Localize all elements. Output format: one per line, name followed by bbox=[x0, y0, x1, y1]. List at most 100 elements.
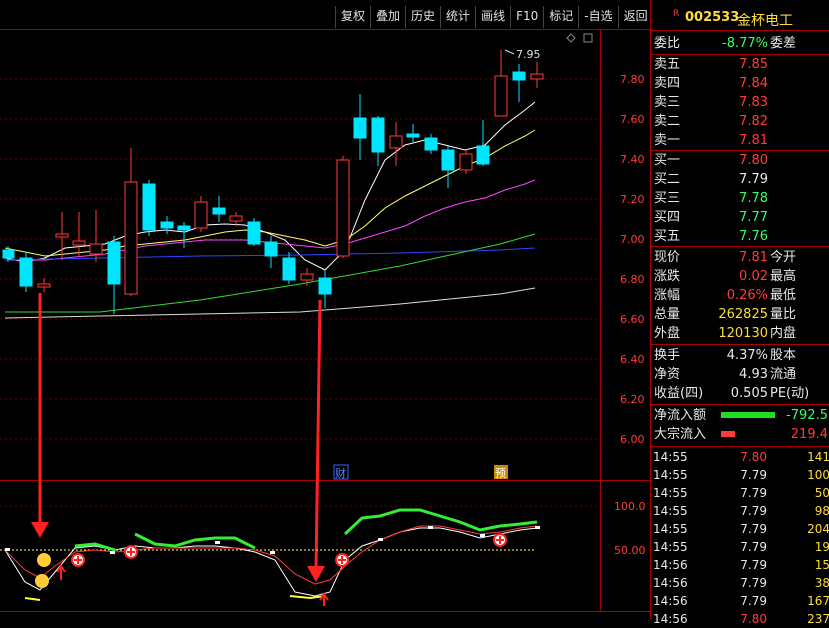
candle bbox=[336, 156, 350, 258]
tick-row: 14:56 7.79 15 bbox=[651, 556, 829, 574]
stat-row: 总量 262825 量比 bbox=[651, 305, 829, 324]
flow-label: 净流入额 bbox=[654, 408, 707, 423]
buy-signal-arrows bbox=[31, 293, 325, 582]
bid-label: 买四 bbox=[654, 210, 681, 225]
y-tick-label: 7.20 bbox=[620, 193, 645, 206]
bid-row[interactable]: 买三 7.78 bbox=[651, 189, 829, 208]
candle bbox=[19, 252, 33, 292]
small-up-arrows bbox=[56, 564, 329, 606]
stat-label: 总量 bbox=[654, 307, 681, 322]
stat-label-2: PE(动) bbox=[770, 386, 810, 401]
stock-name: 金杯电工 bbox=[737, 13, 793, 29]
stat-label-2: 今开 bbox=[770, 250, 797, 265]
indicator-tick-label: 50.00 bbox=[614, 544, 646, 557]
tick-time: 14:56 bbox=[653, 558, 688, 572]
diamond-icon[interactable] bbox=[566, 33, 576, 43]
tick-time: 14:56 bbox=[653, 576, 688, 590]
ask-label: 卖一 bbox=[654, 133, 681, 148]
y-tick-label: 6.60 bbox=[620, 313, 645, 326]
finance-marker[interactable]: 财 bbox=[335, 466, 346, 480]
stat-value: 120130 bbox=[718, 326, 768, 341]
bid-row[interactable]: 买二 7.79 bbox=[651, 170, 829, 189]
bid-row[interactable]: 买五 7.76 bbox=[651, 227, 829, 246]
candle bbox=[107, 236, 121, 314]
stock-title: R 002533 金杯电工 bbox=[651, 7, 829, 29]
stat-value: 262825 bbox=[718, 307, 768, 322]
candle bbox=[89, 210, 103, 262]
stat-label: 涨幅 bbox=[654, 288, 681, 303]
event-markers[interactable]: 财 预 bbox=[333, 464, 508, 480]
bid-label: 买五 bbox=[654, 229, 681, 244]
bid-price: 7.77 bbox=[739, 210, 768, 225]
tick-row: 14:55 7.79 50 bbox=[651, 484, 829, 502]
ask-row[interactable]: 卖四 7.84 bbox=[651, 74, 829, 93]
candle bbox=[512, 64, 526, 102]
tick-volume: 15 bbox=[814, 558, 829, 572]
flow-row: 大宗流入 219.4 bbox=[651, 425, 829, 444]
ask-label: 卖四 bbox=[654, 76, 681, 91]
tick-volume: 100 bbox=[807, 468, 829, 482]
ask-row[interactable]: 卖一 7.81 bbox=[651, 131, 829, 150]
candle bbox=[494, 50, 508, 117]
bid-price: 7.78 bbox=[739, 191, 768, 206]
tick-volume: 98 bbox=[814, 504, 829, 518]
candle bbox=[142, 180, 156, 236]
stat-label: 涨跌 bbox=[654, 269, 681, 284]
candle bbox=[371, 116, 385, 166]
tick-price: 7.79 bbox=[740, 522, 767, 536]
tick-row: 14:55 7.79 98 bbox=[651, 502, 829, 520]
ask-price: 7.85 bbox=[739, 57, 768, 72]
ma-gray-line bbox=[4, 287, 536, 319]
tick-time: 14:55 bbox=[653, 522, 688, 536]
ask-row[interactable]: 卖五 7.85 bbox=[651, 55, 829, 74]
tick-price: 7.79 bbox=[740, 504, 767, 518]
weibi-value: -8.77% bbox=[722, 36, 768, 51]
y-tick-label: 7.00 bbox=[620, 233, 645, 246]
candlesticks bbox=[2, 50, 544, 314]
tick-price: 7.79 bbox=[740, 486, 767, 500]
tick-row: 14:56 7.80 237 bbox=[651, 610, 829, 628]
candle bbox=[37, 278, 51, 292]
y-tick-label: 6.20 bbox=[620, 393, 645, 406]
ask-row[interactable]: 卖三 7.83 bbox=[651, 93, 829, 112]
tick-row: 14:55 7.79 100 bbox=[651, 466, 829, 484]
kline-chart[interactable]: 7.80 7.60 7.40 7.20 7.00 6.80 6.60 6.40 … bbox=[0, 0, 650, 619]
candle bbox=[264, 236, 278, 268]
candle bbox=[441, 146, 455, 188]
stat-label-2: 内盘 bbox=[770, 326, 797, 341]
stat-label-2: 股本 bbox=[770, 348, 797, 363]
flow-bar-green bbox=[721, 412, 775, 418]
bid-price: 7.76 bbox=[739, 229, 768, 244]
settings-icon[interactable] bbox=[583, 33, 593, 43]
tick-row: 14:56 7.79 38 bbox=[651, 574, 829, 592]
tick-time: 14:55 bbox=[653, 468, 688, 482]
stat-label: 换手 bbox=[654, 348, 681, 363]
ask-price: 7.81 bbox=[739, 133, 768, 148]
tick-time: 14:55 bbox=[653, 486, 688, 500]
tick-time: 14:55 bbox=[653, 540, 688, 554]
tick-price: 7.79 bbox=[740, 558, 767, 572]
candle bbox=[406, 124, 420, 142]
tick-time: 14:56 bbox=[653, 612, 688, 626]
y-tick-label: 6.00 bbox=[620, 433, 645, 446]
bid-row[interactable]: 买一 7.80 bbox=[651, 151, 829, 170]
forecast-marker[interactable]: 预 bbox=[495, 467, 506, 480]
quote-panel: R 002533 金杯电工 委比 -8.77% 委差 卖五 7.85 卖四 7.84… bbox=[650, 0, 829, 626]
tick-price: 7.79 bbox=[740, 540, 767, 554]
price-axis: 7.80 7.60 7.40 7.20 7.00 6.80 6.60 6.40 … bbox=[614, 73, 646, 557]
stat-label: 外盘 bbox=[654, 326, 681, 341]
tick-row: 14:55 7.79 19 bbox=[651, 538, 829, 556]
stat-label: 收益(四) bbox=[654, 386, 704, 401]
stat-label-2: 最高 bbox=[770, 269, 797, 284]
ask-label: 卖三 bbox=[654, 95, 681, 110]
tick-volume: 50 bbox=[814, 486, 829, 500]
flow-value: -792.5 bbox=[786, 408, 828, 423]
ask-row[interactable]: 卖二 7.82 bbox=[651, 112, 829, 131]
bid-row[interactable]: 买四 7.77 bbox=[651, 208, 829, 227]
stat-value: 0.505 bbox=[730, 386, 768, 401]
tick-volume: 141 bbox=[807, 450, 829, 464]
tick-price: 7.80 bbox=[740, 450, 767, 464]
stat-row: 涨幅 0.26% 最低 bbox=[651, 286, 829, 305]
indicator-yellow-segment bbox=[289, 595, 326, 600]
indicator-red-line bbox=[4, 525, 538, 585]
